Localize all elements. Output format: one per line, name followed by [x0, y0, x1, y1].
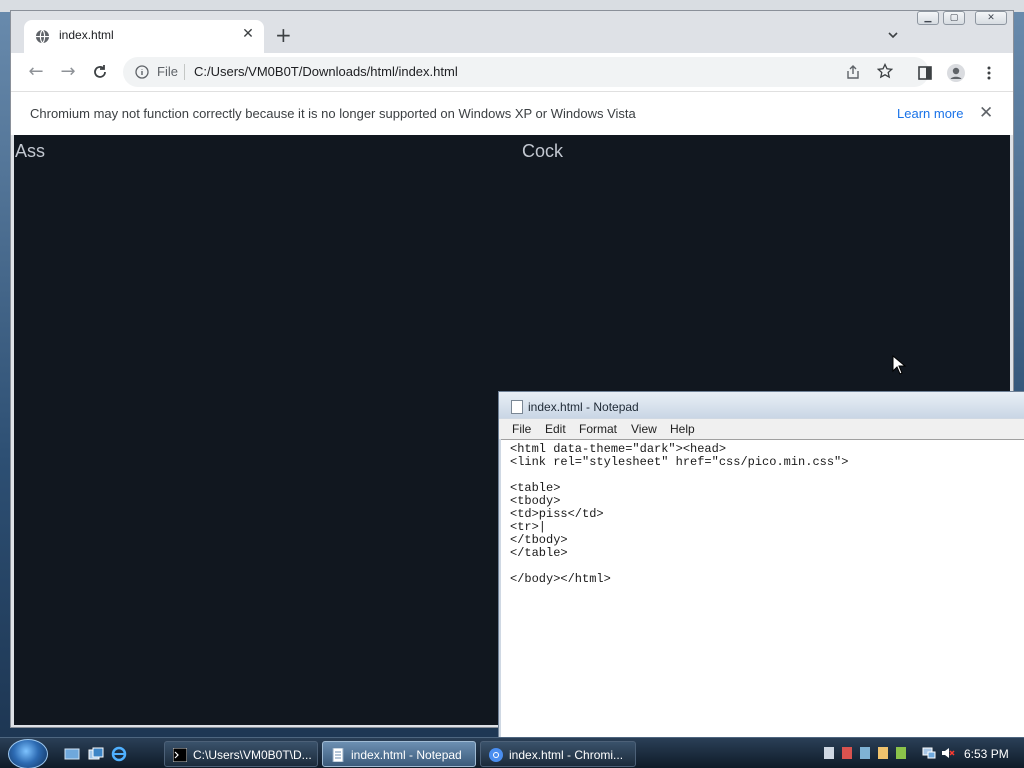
infobar-close-icon[interactable]: ✕	[979, 103, 993, 123]
table-cell-2: Cock	[522, 141, 564, 161]
chevron-down-icon[interactable]	[887, 29, 899, 41]
network-icon[interactable]	[922, 746, 936, 760]
tab-title: index.html	[59, 28, 114, 42]
unsupported-os-infobar: Chromium may not function correctly beca…	[11, 91, 1013, 135]
infobar-message: Chromium may not function correctly beca…	[30, 106, 636, 121]
task-label: index.html - Notepad	[351, 748, 462, 762]
show-desktop-icon[interactable]	[64, 746, 80, 762]
volume-muted-icon[interactable]	[941, 746, 955, 760]
tray-app-icon[interactable]	[894, 746, 908, 760]
bookmark-star-icon[interactable]	[877, 63, 893, 79]
tab-index-html[interactable]: index.html ✕	[24, 20, 264, 53]
address-bar[interactable]: File C:/Users/VM0B0T/Downloads/html/inde…	[123, 57, 929, 87]
side-panel-icon[interactable]	[917, 65, 933, 81]
forward-icon[interactable]: →	[59, 63, 77, 81]
back-icon[interactable]: ←	[27, 63, 45, 81]
tray-app-icon[interactable]	[822, 746, 836, 760]
menu-format[interactable]: Format	[579, 422, 617, 436]
menu-file[interactable]: File	[512, 422, 531, 436]
address-separator	[184, 64, 185, 80]
menu-help[interactable]: Help	[670, 422, 695, 436]
profile-avatar-icon[interactable]	[947, 64, 965, 82]
tray-app-icon[interactable]	[840, 746, 854, 760]
task-label: C:\Users\VM0B0T\D...	[193, 748, 312, 762]
notepad-icon	[511, 400, 523, 414]
maximize-button[interactable]: ▢	[943, 11, 965, 25]
task-label: index.html - Chromi...	[509, 748, 624, 762]
reload-icon[interactable]	[91, 63, 109, 81]
task-chromium[interactable]: index.html - Chromi...	[480, 741, 636, 767]
globe-icon	[35, 29, 50, 44]
tab-strip: index.html ✕ + ▁ ▢ ✕	[11, 11, 1013, 53]
notepad-text-area[interactable]: <html data-theme="dark"><head> <link rel…	[501, 439, 1024, 752]
tray-app-icon[interactable]	[876, 746, 890, 760]
start-orb-button[interactable]	[8, 739, 48, 768]
notepad-title: index.html - Notepad	[528, 400, 639, 414]
notepad-window: index.html - Notepad File Edit Format Vi…	[498, 391, 1024, 752]
cmd-icon	[173, 748, 187, 762]
menu-edit[interactable]: Edit	[545, 422, 566, 436]
close-button[interactable]: ✕	[975, 11, 1007, 25]
address-url[interactable]: C:/Users/VM0B0T/Downloads/html/index.htm…	[194, 64, 458, 79]
notepad-icon	[332, 748, 344, 762]
minimize-button[interactable]: ▁	[917, 11, 939, 25]
mouse-pointer-icon	[892, 355, 907, 375]
new-tab-icon[interactable]: +	[275, 25, 292, 45]
share-icon[interactable]	[845, 64, 861, 80]
address-scheme: File	[157, 64, 178, 79]
switch-windows-icon[interactable]	[88, 746, 104, 762]
learn-more-link[interactable]: Learn more	[897, 106, 963, 121]
taskbar: C:\Users\VM0B0T\D... index.html - Notepa…	[0, 737, 1024, 768]
internet-explorer-icon[interactable]	[111, 746, 127, 762]
task-cmd[interactable]: C:\Users\VM0B0T\D...	[164, 741, 318, 767]
menu-view[interactable]: View	[631, 422, 657, 436]
notepad-titlebar[interactable]: index.html - Notepad	[499, 392, 1024, 418]
browser-toolbar: ← → File C:/Users/VM0B0T/Downloads/html/…	[11, 53, 1013, 91]
menu-kebab-icon[interactable]	[981, 65, 997, 81]
tab-close-icon[interactable]: ✕	[240, 26, 256, 42]
notepad-menubar: File Edit Format View Help	[499, 419, 1024, 439]
notepad-content[interactable]: <html data-theme="dark"><head> <link rel…	[510, 443, 848, 586]
task-notepad[interactable]: index.html - Notepad	[322, 741, 476, 767]
info-icon[interactable]	[135, 65, 149, 79]
window-controls: ▁ ▢ ✕	[915, 11, 1011, 29]
clock[interactable]: 6:53 PM	[964, 747, 1009, 761]
chromium-icon	[489, 748, 503, 762]
tray-app-icon[interactable]	[858, 746, 872, 760]
table-cell-1: Ass	[15, 141, 46, 161]
